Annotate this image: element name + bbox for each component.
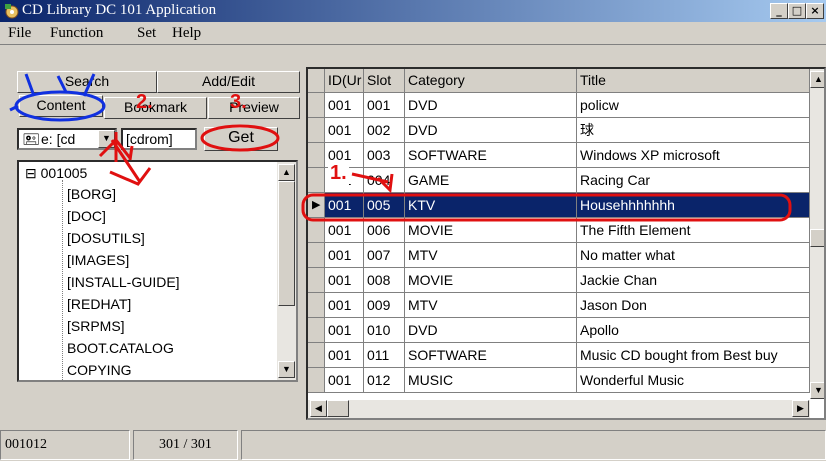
annotation-overlay [9, 73, 792, 222]
annotation-step-3: 3. [230, 91, 247, 113]
annotation-step-2: 2. [136, 91, 153, 113]
app-window: CD Library DC 101 Application _ □ × File… [0, 0, 826, 461]
annotation-blue-strokes [9, 73, 106, 122]
annotation-step-1: 1. [328, 162, 349, 185]
annotation-red-strokes [98, 124, 792, 222]
